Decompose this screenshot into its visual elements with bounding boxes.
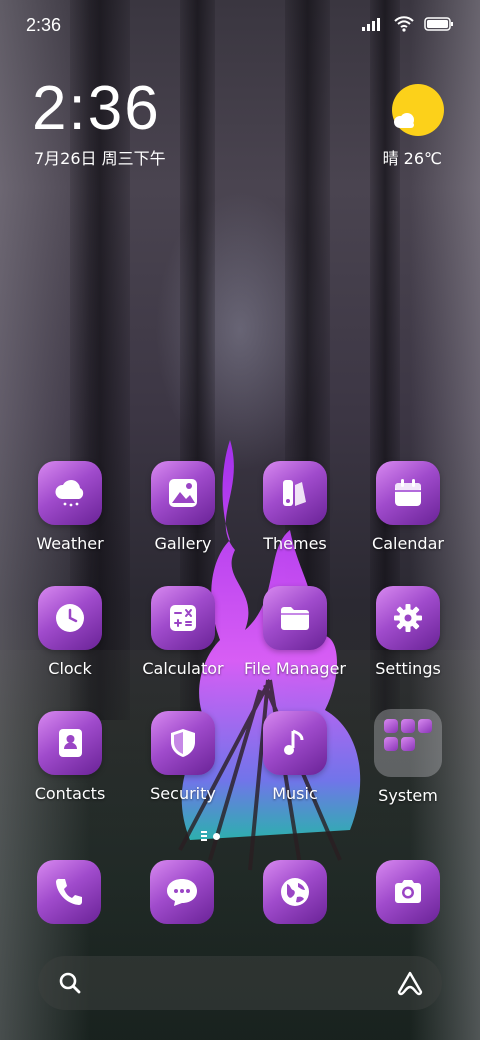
app-label: Music xyxy=(272,784,318,803)
dock-browser[interactable] xyxy=(263,860,327,924)
clock-widget-time[interactable]: 2:36 xyxy=(32,74,161,144)
phone-icon xyxy=(55,878,82,905)
wifi-icon xyxy=(394,16,414,32)
shield-icon[interactable] xyxy=(151,711,215,775)
app-music[interactable]: Music xyxy=(240,711,350,803)
clock-icon[interactable] xyxy=(38,586,102,650)
app-gallery[interactable]: Gallery xyxy=(128,461,238,553)
themes-icon[interactable] xyxy=(263,461,327,525)
page-indicator[interactable] xyxy=(201,831,220,841)
app-file-manager[interactable]: File Manager xyxy=(240,586,350,678)
clock-widget-date: 7月26日 周三下午 xyxy=(34,149,166,168)
app-label: Calculator xyxy=(142,659,224,678)
app-settings[interactable]: Settings xyxy=(353,586,463,678)
calendar-icon[interactable] xyxy=(376,461,440,525)
app-folder-system[interactable]: System xyxy=(353,709,463,805)
app-label: Settings xyxy=(375,659,441,678)
status-icons xyxy=(362,16,454,32)
app-clock[interactable]: Clock xyxy=(15,586,125,678)
signal-icon xyxy=(362,18,380,31)
cloud-icon xyxy=(394,113,414,128)
assistant-icon[interactable] xyxy=(396,970,424,996)
app-calculator[interactable]: Calculator xyxy=(128,586,238,678)
app-weather[interactable]: Weather xyxy=(15,461,125,553)
contacts-icon[interactable] xyxy=(38,711,102,775)
browser-icon xyxy=(281,878,309,906)
app-security[interactable]: Security xyxy=(128,711,238,803)
app-themes[interactable]: Themes xyxy=(240,461,350,553)
app-label: Weather xyxy=(36,534,104,553)
app-label: File Manager xyxy=(244,659,346,678)
app-calendar[interactable]: Calendar xyxy=(353,461,463,553)
folder-icon[interactable] xyxy=(263,586,327,650)
search-icon[interactable] xyxy=(58,971,82,995)
weather-icon[interactable] xyxy=(38,461,102,525)
status-time: 2:36 xyxy=(26,15,62,35)
sunny-cloud-icon[interactable] xyxy=(392,84,444,136)
app-label: Themes xyxy=(263,534,327,553)
calculator-icon[interactable] xyxy=(151,586,215,650)
gear-icon[interactable] xyxy=(376,586,440,650)
home-search-bar[interactable] xyxy=(38,956,442,1010)
weather-widget-text[interactable]: 晴 26℃ xyxy=(383,145,442,169)
page-list-icon xyxy=(201,831,207,841)
app-contacts[interactable]: Contacts xyxy=(15,711,125,803)
music-icon[interactable] xyxy=(263,711,327,775)
battery-icon xyxy=(424,17,453,31)
app-label: Contacts xyxy=(34,784,106,803)
messages-icon xyxy=(167,879,197,906)
app-label: System xyxy=(378,786,438,805)
dock-camera[interactable] xyxy=(376,860,440,924)
app-label: Gallery xyxy=(154,534,212,553)
app-label: Security xyxy=(150,784,216,803)
gallery-icon[interactable] xyxy=(151,461,215,525)
page-dot-active xyxy=(213,832,220,840)
dock-phone[interactable] xyxy=(37,860,101,924)
app-label: Calendar xyxy=(372,534,444,553)
dock-messages[interactable] xyxy=(150,860,214,924)
status-bar: 2:36 xyxy=(0,0,480,50)
app-label: Clock xyxy=(48,659,92,678)
folder-group-icon[interactable] xyxy=(374,709,442,777)
camera-icon xyxy=(395,880,421,903)
